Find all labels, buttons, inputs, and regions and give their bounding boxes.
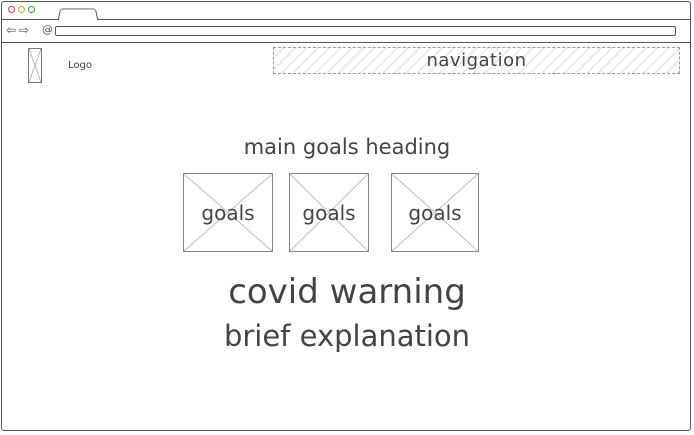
logo-label: Logo — [68, 60, 92, 71]
maximize-dot-icon[interactable] — [28, 6, 35, 13]
minimize-dot-icon[interactable] — [18, 6, 25, 13]
at-sign-icon: @ — [42, 23, 53, 36]
url-input[interactable] — [55, 26, 676, 36]
title-bar — [2, 2, 690, 21]
address-bar: ⇦ ⇨ @ — [2, 20, 690, 43]
navigation-label: navigation — [426, 50, 527, 71]
covid-warning-title: covid warning — [228, 272, 466, 312]
goal-card-3[interactable]: goals — [391, 173, 479, 252]
goal-card-2[interactable]: goals — [289, 173, 369, 252]
forward-arrow-icon[interactable]: ⇨ — [19, 24, 29, 36]
image-placeholder-icon — [28, 48, 42, 83]
back-arrow-icon[interactable]: ⇦ — [6, 24, 16, 36]
main-goals-heading: main goals heading — [243, 135, 451, 159]
goal-label: goals — [408, 201, 462, 225]
close-dot-icon[interactable] — [8, 6, 15, 13]
brief-explanation: brief explanation — [223, 319, 471, 353]
logo-image-placeholder — [28, 48, 42, 83]
navigation-bar[interactable]: navigation — [273, 47, 680, 74]
browser-tab[interactable] — [57, 8, 99, 21]
goal-label: goals — [302, 201, 356, 225]
goal-label: goals — [201, 201, 255, 225]
goal-card-1[interactable]: goals — [183, 173, 273, 252]
